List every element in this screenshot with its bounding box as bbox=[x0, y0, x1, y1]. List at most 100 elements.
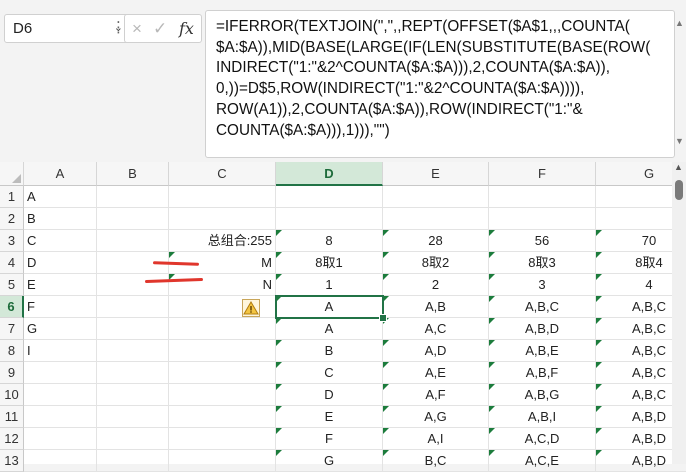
row-header-12[interactable]: 12 bbox=[0, 428, 24, 450]
row-header-11[interactable]: 11 bbox=[0, 406, 24, 428]
cell-d12[interactable]: F bbox=[276, 428, 383, 450]
cell-b2[interactable] bbox=[97, 208, 169, 230]
cell-d8[interactable]: B bbox=[276, 340, 383, 362]
cell-f5[interactable]: 3 bbox=[489, 274, 596, 296]
cell-e5[interactable]: 2 bbox=[383, 274, 489, 296]
cell-d4[interactable]: 8取1 bbox=[276, 252, 383, 274]
cell-e8[interactable]: A,D bbox=[383, 340, 489, 362]
cell-d13[interactable]: G bbox=[276, 450, 383, 472]
cell-f4[interactable]: 8取3 bbox=[489, 252, 596, 274]
cell-f1[interactable] bbox=[489, 186, 596, 208]
cell-a2[interactable]: B bbox=[24, 208, 97, 230]
row-header-6[interactable]: 6 bbox=[0, 296, 24, 318]
cell-e12[interactable]: A,I bbox=[383, 428, 489, 450]
cell-a11[interactable] bbox=[24, 406, 97, 428]
row-header-7[interactable]: 7 bbox=[0, 318, 24, 340]
cell-e1[interactable] bbox=[383, 186, 489, 208]
column-header-f[interactable]: F bbox=[489, 162, 596, 186]
enter-icon[interactable]: ✓ bbox=[153, 19, 167, 39]
row-header-1[interactable]: 1 bbox=[0, 186, 24, 208]
cell-e6[interactable]: A,B bbox=[383, 296, 489, 318]
cell-d6[interactable]: A bbox=[276, 296, 383, 318]
row-header-8[interactable]: 8 bbox=[0, 340, 24, 362]
cell-a6[interactable]: F bbox=[24, 296, 97, 318]
cell-f6[interactable]: A,B,C bbox=[489, 296, 596, 318]
cell-e7[interactable]: A,C bbox=[383, 318, 489, 340]
cell-d3[interactable]: 8 bbox=[276, 230, 383, 252]
cell-f3[interactable]: 56 bbox=[489, 230, 596, 252]
cell-c8[interactable] bbox=[169, 340, 276, 362]
column-header-a[interactable]: A bbox=[24, 162, 97, 186]
cell-a7[interactable]: G bbox=[24, 318, 97, 340]
row-header-3[interactable]: 3 bbox=[0, 230, 24, 252]
formula-input[interactable]: =IFERROR(TEXTJOIN(",",,REPT(OFFSET($A$1,… bbox=[205, 10, 675, 158]
cell-e13[interactable]: B,C bbox=[383, 450, 489, 472]
select-all-corner[interactable] bbox=[0, 162, 24, 186]
cell-a9[interactable] bbox=[24, 362, 97, 384]
cell-b3[interactable] bbox=[97, 230, 169, 252]
error-warning-button[interactable] bbox=[242, 299, 260, 317]
cell-b8[interactable] bbox=[97, 340, 169, 362]
cell-a12[interactable] bbox=[24, 428, 97, 450]
cell-c12[interactable] bbox=[169, 428, 276, 450]
cell-a8[interactable]: I bbox=[24, 340, 97, 362]
cell-f8[interactable]: A,B,E bbox=[489, 340, 596, 362]
cell-b6[interactable] bbox=[97, 296, 169, 318]
cell-d11[interactable]: E bbox=[276, 406, 383, 428]
cell-c10[interactable] bbox=[169, 384, 276, 406]
cell-e3[interactable]: 28 bbox=[383, 230, 489, 252]
row-header-13[interactable]: 13 bbox=[0, 450, 24, 472]
scroll-down-icon[interactable]: ▼ bbox=[675, 136, 684, 146]
vertical-scrollbar[interactable]: ▲ bbox=[672, 162, 686, 464]
cell-d7[interactable]: A bbox=[276, 318, 383, 340]
cell-e10[interactable]: A,F bbox=[383, 384, 489, 406]
cell-b7[interactable] bbox=[97, 318, 169, 340]
row-header-10[interactable]: 10 bbox=[0, 384, 24, 406]
column-header-e[interactable]: E bbox=[383, 162, 489, 186]
row-header-5[interactable]: 5 bbox=[0, 274, 24, 296]
scrollbar-thumb[interactable] bbox=[675, 180, 683, 200]
row-header-9[interactable]: 9 bbox=[0, 362, 24, 384]
cell-b10[interactable] bbox=[97, 384, 169, 406]
cell-e2[interactable] bbox=[383, 208, 489, 230]
column-header-d[interactable]: D bbox=[276, 162, 383, 186]
cell-d1[interactable] bbox=[276, 186, 383, 208]
cell-f7[interactable]: A,B,D bbox=[489, 318, 596, 340]
column-header-c[interactable]: C bbox=[169, 162, 276, 186]
cell-e4[interactable]: 8取2 bbox=[383, 252, 489, 274]
cell-c5[interactable]: N bbox=[169, 274, 276, 296]
cell-b13[interactable] bbox=[97, 450, 169, 472]
cell-a5[interactable]: E bbox=[24, 274, 97, 296]
cell-c13[interactable] bbox=[169, 450, 276, 472]
cell-d9[interactable]: C bbox=[276, 362, 383, 384]
cell-c7[interactable] bbox=[169, 318, 276, 340]
cell-c1[interactable] bbox=[169, 186, 276, 208]
cell-b11[interactable] bbox=[97, 406, 169, 428]
spreadsheet-grid[interactable]: A B C D E F G 1 A 2 B 3 C 总组合:255 8 28 56 70 4 D M 8取1 8取2 8取3 8… bbox=[0, 162, 686, 472]
cell-f9[interactable]: A,B,F bbox=[489, 362, 596, 384]
select-all-icon[interactable] bbox=[12, 174, 21, 183]
cell-d10[interactable]: D bbox=[276, 384, 383, 406]
cell-c2[interactable] bbox=[169, 208, 276, 230]
cell-b5[interactable] bbox=[97, 274, 169, 296]
cell-e9[interactable]: A,E bbox=[383, 362, 489, 384]
cell-a1[interactable]: A bbox=[24, 186, 97, 208]
scroll-up-icon[interactable]: ▲ bbox=[675, 18, 684, 28]
cell-f10[interactable]: A,B,G bbox=[489, 384, 596, 406]
cell-b1[interactable] bbox=[97, 186, 169, 208]
cell-f11[interactable]: A,B,I bbox=[489, 406, 596, 428]
cell-f12[interactable]: A,C,D bbox=[489, 428, 596, 450]
cell-c9[interactable] bbox=[169, 362, 276, 384]
cell-e11[interactable]: A,G bbox=[383, 406, 489, 428]
row-header-2[interactable]: 2 bbox=[0, 208, 24, 230]
cell-b9[interactable] bbox=[97, 362, 169, 384]
cell-d2[interactable] bbox=[276, 208, 383, 230]
formula-scrollbar[interactable]: ▲ ▼ bbox=[675, 18, 685, 148]
cell-f13[interactable]: A,C,E bbox=[489, 450, 596, 472]
cell-c3[interactable]: 总组合:255 bbox=[169, 230, 276, 252]
cell-a3[interactable]: C bbox=[24, 230, 97, 252]
row-header-4[interactable]: 4 bbox=[0, 252, 24, 274]
cell-a10[interactable] bbox=[24, 384, 97, 406]
cell-a13[interactable] bbox=[24, 450, 97, 472]
scroll-up-icon[interactable]: ▲ bbox=[674, 162, 683, 172]
